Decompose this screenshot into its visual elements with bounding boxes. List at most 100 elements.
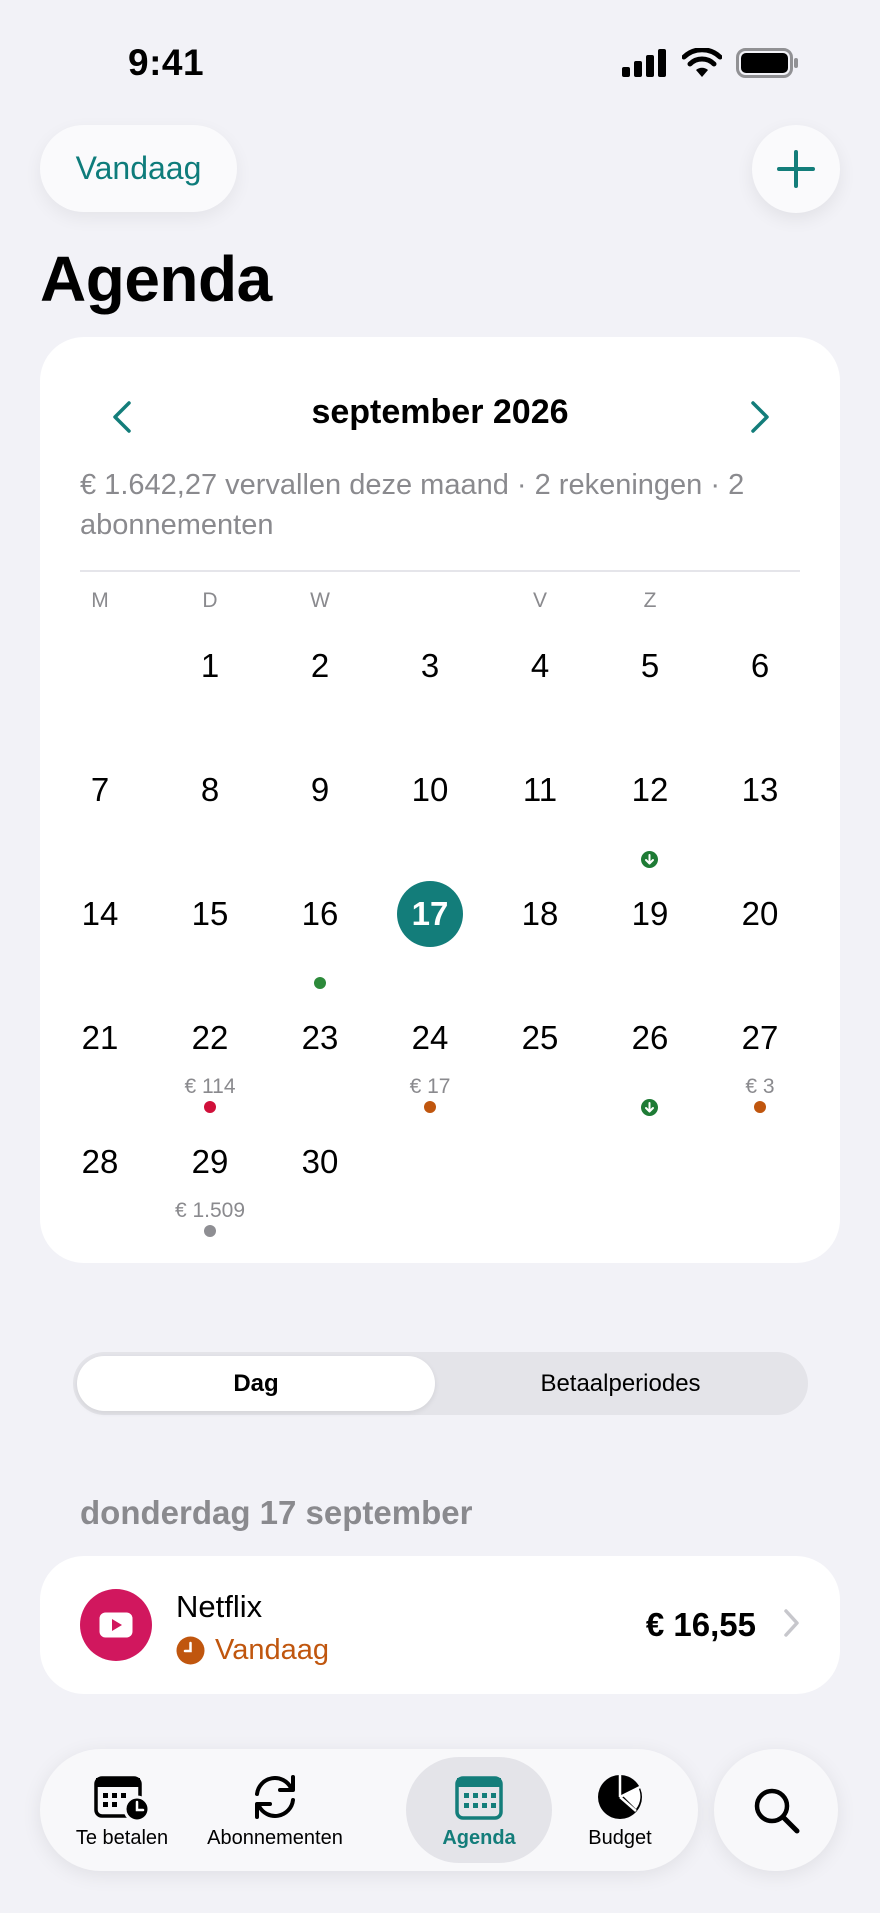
day-number-label: 29 (191, 1143, 229, 1180)
day-number: 3 (375, 633, 485, 699)
segment-day[interactable]: Dag (77, 1356, 435, 1411)
search-button[interactable] (714, 1749, 838, 1871)
calendar-day-21[interactable]: 21 (45, 997, 155, 1121)
calendar-day-5[interactable]: 5 (595, 625, 705, 749)
day-number-label: 28 (81, 1143, 119, 1180)
day-number-label: 19 (631, 895, 669, 932)
status-icons (622, 48, 800, 78)
calendar-day-17[interactable]: 17 (375, 873, 485, 997)
tab-bar: Te betalen Abonnementen Agenda Budget (40, 1749, 698, 1871)
segment-pay-periods[interactable]: Betaalperiodes (437, 1356, 804, 1411)
calendar-day-20[interactable]: 20 (705, 873, 815, 997)
weekday-header: MDWVZ (40, 589, 840, 619)
calendar-day-8[interactable]: 8 (155, 749, 265, 873)
calendar-day-13[interactable]: 13 (705, 749, 815, 873)
chevron-right-icon (784, 1609, 799, 1637)
weekday-label: W (310, 589, 330, 612)
calendar-day-2[interactable]: 2 (265, 625, 375, 749)
subscription-status: Vandaag (176, 1634, 329, 1667)
tab-label: Te betalen (75, 1826, 169, 1849)
day-number-label: 4 (530, 647, 550, 684)
day-number: 17 (375, 881, 485, 947)
tab-label: Agenda (442, 1826, 516, 1849)
calendar-day-6[interactable]: 6 (705, 625, 815, 749)
next-month-button[interactable] (730, 387, 790, 447)
calendar-day-16[interactable]: 16 (265, 873, 375, 997)
day-amount: € 1.509 (174, 1199, 246, 1222)
day-number-label: 6 (750, 647, 770, 684)
calendar-day-19[interactable]: 19 (595, 873, 705, 997)
day-number-label: 27 (741, 1019, 779, 1056)
day-number: 8 (155, 757, 265, 823)
calendar-day-18[interactable]: 18 (485, 873, 595, 997)
day-amount: € 17 (409, 1075, 451, 1098)
play-icon (99, 1612, 133, 1638)
calendar-day-15[interactable]: 15 (155, 873, 265, 997)
calendar-day-7[interactable]: 7 (45, 749, 155, 873)
calendar-day-25[interactable]: 25 (485, 997, 595, 1121)
calendar-day-29[interactable]: 29 € 1.509 (155, 1121, 265, 1245)
income-arrow-icon (641, 1099, 658, 1116)
calendar-day-9[interactable]: 9 (265, 749, 375, 873)
day-number-label: 8 (200, 771, 220, 808)
day-number: 24 (375, 1005, 485, 1071)
day-number: 10 (375, 757, 485, 823)
calendar-card: september 2026 € 1.642,27 vervallen deze… (40, 337, 840, 1263)
calendar-day-23[interactable]: 23 (265, 997, 375, 1121)
day-number-label: 20 (741, 895, 779, 932)
day-number: 18 (485, 881, 595, 947)
calendar-day-10[interactable]: 10 (375, 749, 485, 873)
day-number: 21 (45, 1005, 155, 1071)
day-number-label: 5 (640, 647, 660, 684)
payment-dot-marker (204, 1225, 216, 1237)
tab-te-betalen[interactable]: Te betalen (58, 1757, 186, 1863)
calendar-day-24[interactable]: 24 € 17 (375, 997, 485, 1121)
tab-abonnementen[interactable]: Abonnementen (190, 1757, 360, 1863)
subscription-status-label: Vandaag (215, 1634, 329, 1666)
tab-label: Budget (588, 1826, 652, 1849)
calendar-day-27[interactable]: 27 € 3 (705, 997, 815, 1121)
tab-label: Abonnementen (207, 1826, 343, 1849)
add-button[interactable] (752, 125, 840, 213)
battery-icon (736, 48, 798, 78)
day-number: 28 (45, 1129, 155, 1195)
day-number: 23 (265, 1005, 375, 1071)
day-number: 12 (595, 757, 705, 823)
day-number-label: 12 (631, 771, 669, 808)
day-number-label: 1 (200, 647, 220, 684)
calendar-day-1[interactable]: 1 (155, 625, 265, 749)
day-number: 2 (265, 633, 375, 699)
subscription-name: Netflix (176, 1589, 263, 1624)
day-number-label: 26 (631, 1019, 669, 1056)
month-summary: € 1.642,27 vervallen deze maand · 2 reke… (80, 469, 745, 541)
today-button[interactable]: Vandaag (40, 125, 237, 212)
calendar-day-22[interactable]: 22 € 114 (155, 997, 265, 1121)
day-number-label: 13 (741, 771, 779, 808)
tab-agenda[interactable]: Agenda (406, 1757, 552, 1863)
calendar-day-12[interactable]: 12 (595, 749, 705, 873)
day-number-label: 3 (420, 647, 440, 684)
day-amount: € 114 (184, 1075, 236, 1098)
tab-budget[interactable]: Budget (560, 1757, 680, 1863)
income-arrow-icon (641, 851, 658, 868)
weekday-label: Z (643, 589, 657, 612)
day-number-label: 11 (522, 771, 558, 808)
calendar-day-30[interactable]: 30 (265, 1121, 375, 1245)
calendar-day-3[interactable]: 3 (375, 625, 485, 749)
search-icon (754, 1788, 800, 1834)
day-number: 14 (45, 881, 155, 947)
day-number: 13 (705, 757, 815, 823)
calendar-day-28[interactable]: 28 (45, 1121, 155, 1245)
wifi-icon (682, 48, 722, 77)
day-number-label: 16 (301, 895, 339, 932)
day-number: 16 (265, 881, 375, 947)
chevron-right-icon (751, 401, 769, 433)
calendar-day-11[interactable]: 11 (485, 749, 595, 873)
calendar-day-14[interactable]: 14 (45, 873, 155, 997)
status-bar: 9:41 (0, 0, 880, 110)
calendar-day-4[interactable]: 4 (485, 625, 595, 749)
day-number-label: 17 (411, 895, 449, 932)
refresh-icon (247, 1771, 303, 1823)
subscription-row[interactable]: Netflix Vandaag € 16,55 (40, 1556, 840, 1694)
calendar-day-26[interactable]: 26 (595, 997, 705, 1121)
